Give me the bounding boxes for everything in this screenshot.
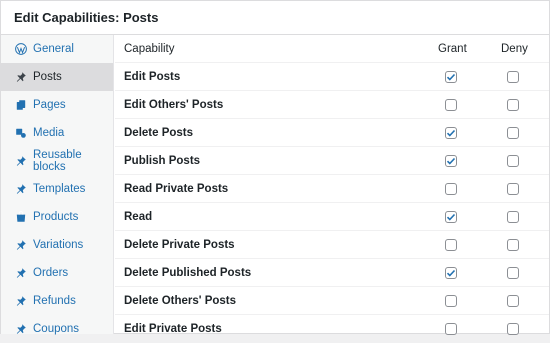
sidebar-item-refunds[interactable]: Refunds (1, 287, 113, 315)
deny-checkbox[interactable] (507, 239, 519, 251)
deny-checkbox[interactable] (507, 211, 519, 223)
table-row: Delete Published Posts (115, 259, 549, 287)
deny-checkbox[interactable] (507, 323, 519, 335)
sidebar-item-label: Orders (33, 267, 69, 279)
sidebar-item-posts[interactable]: Posts (1, 63, 113, 91)
capability-name: Delete Posts (124, 126, 194, 139)
wordpress-icon (15, 43, 27, 55)
grant-checkbox[interactable] (445, 155, 457, 167)
sidebar-item-label: Products (33, 211, 79, 223)
pin-icon (15, 323, 27, 335)
pin-icon (15, 295, 27, 307)
table-row: Publish Posts (115, 147, 549, 175)
grant-checkbox[interactable] (445, 267, 457, 279)
sidebar-item-label: Reusable blocks (33, 149, 82, 173)
table-row: Delete Private Posts (115, 231, 549, 259)
sidebar-item-pages[interactable]: Pages (1, 91, 113, 119)
sidebar-item-products[interactable]: Products (1, 203, 113, 231)
capabilities-panel: Edit Capabilities: Posts General Posts Pag… (0, 0, 550, 343)
media-icon (15, 127, 27, 139)
grant-checkbox[interactable] (445, 99, 457, 111)
sidebar-item-label: Posts (33, 71, 62, 83)
column-header-grant: Grant (438, 42, 467, 55)
capability-name: Edit Private Posts (124, 322, 222, 335)
sidebar-item-general[interactable]: General (1, 35, 113, 63)
panel-title: Edit Capabilities: Posts (1, 1, 549, 35)
products-icon (15, 211, 27, 223)
table-row: Delete Others' Posts (115, 287, 549, 315)
capability-name: Publish Posts (124, 154, 201, 167)
capability-name: Edit Posts (124, 70, 181, 83)
grant-checkbox[interactable] (445, 323, 457, 335)
sidebar-item-label: Templates (33, 183, 86, 195)
capability-name: Delete Private Posts (124, 238, 235, 251)
sidebar-item-orders[interactable]: Orders (1, 259, 113, 287)
sidebar-item-label: Variations (33, 239, 84, 251)
sidebar-item-reusable-blocks[interactable]: Reusable blocks (1, 147, 113, 175)
capability-name: Delete Published Posts (124, 266, 252, 279)
sidebar-item-label: Pages (33, 99, 66, 111)
capability-table: Capability Grant Deny Edit Posts Edit Oth… (115, 35, 549, 343)
table-row: Read Private Posts (115, 175, 549, 203)
sidebar-item-variations[interactable]: Variations (1, 231, 113, 259)
column-header-deny: Deny (501, 42, 528, 55)
grant-checkbox[interactable] (445, 183, 457, 195)
capability-name: Delete Others' Posts (124, 294, 237, 307)
table-header-row: Capability Grant Deny (115, 35, 549, 63)
grant-checkbox[interactable] (445, 239, 457, 251)
table-row: Edit Posts (115, 63, 549, 91)
sidebar-item-label: Coupons (33, 323, 80, 335)
deny-checkbox[interactable] (507, 295, 519, 307)
capability-group-sidebar: General Posts Pages Media Reusable blocks Tem… (1, 35, 114, 335)
capability-name: Read Private Posts (124, 182, 229, 195)
panel-body: General Posts Pages Media Reusable blocks Tem… (1, 35, 549, 343)
pin-icon (15, 71, 27, 83)
table-row: Edit Others' Posts (115, 91, 549, 119)
grant-checkbox[interactable] (445, 295, 457, 307)
deny-checkbox[interactable] (507, 183, 519, 195)
sidebar-item-templates[interactable]: Templates (1, 175, 113, 203)
sidebar-item-label: Media (33, 127, 65, 139)
deny-checkbox[interactable] (507, 155, 519, 167)
pin-icon (15, 267, 27, 279)
sidebar-item-coupons[interactable]: Coupons (1, 315, 113, 343)
sidebar-item-media[interactable]: Media (1, 119, 113, 147)
pin-icon (15, 239, 27, 251)
capability-name: Edit Others' Posts (124, 98, 224, 111)
table-row: Edit Private Posts (115, 315, 549, 343)
table-row: Read (115, 203, 549, 231)
sidebar-item-label: General (33, 43, 74, 55)
pages-icon (15, 99, 27, 111)
column-header-capability: Capability (124, 42, 175, 55)
grant-checkbox[interactable] (445, 127, 457, 139)
pin-icon (15, 183, 27, 195)
grant-checkbox[interactable] (445, 211, 457, 223)
grant-checkbox[interactable] (445, 71, 457, 83)
deny-checkbox[interactable] (507, 267, 519, 279)
capability-name: Read (124, 210, 153, 223)
deny-checkbox[interactable] (507, 127, 519, 139)
pin-icon (15, 155, 27, 167)
deny-checkbox[interactable] (507, 71, 519, 83)
table-row: Delete Posts (115, 119, 549, 147)
deny-checkbox[interactable] (507, 99, 519, 111)
sidebar-item-label: Refunds (33, 295, 76, 307)
